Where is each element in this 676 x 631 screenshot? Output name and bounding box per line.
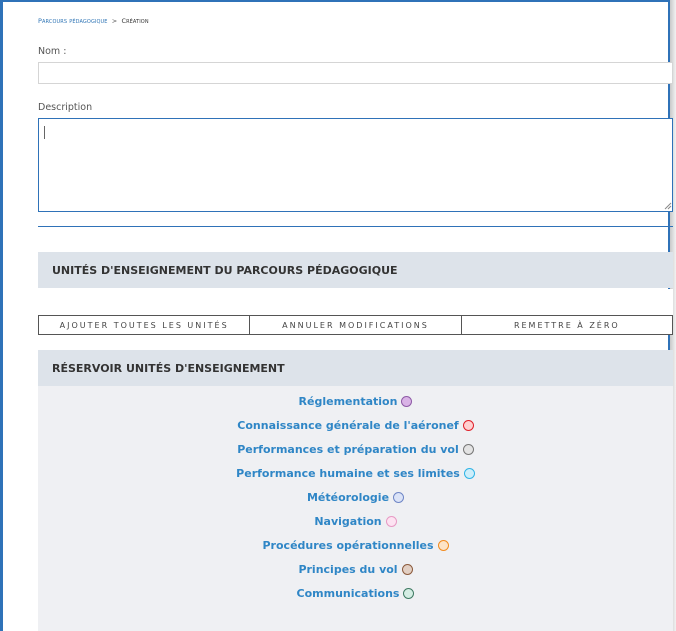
breadcrumb-root-link[interactable]: Parcours pédagogique [38, 17, 108, 25]
unit-item[interactable]: Communications [38, 584, 673, 602]
breadcrumb-separator: > [111, 17, 118, 25]
unit-label: Performances et préparation du vol [237, 442, 459, 456]
units-pool: Réglementation Connaissance générale de … [38, 386, 673, 631]
units-pool-header: RÉSERVOIR UNITÉS D'ENSEIGNEMENT [38, 350, 673, 386]
section-divider [38, 226, 673, 227]
unit-label: Principes du vol [298, 562, 398, 576]
unit-label: Réglementation [298, 394, 398, 408]
unit-item[interactable]: Connaissance générale de l'aéronef [38, 416, 673, 434]
unit-color-dot-icon [462, 443, 474, 455]
reset-button[interactable]: REMETTRE À ZÉRO [460, 315, 673, 335]
unit-item[interactable]: Performances et préparation du vol [38, 440, 673, 458]
unit-color-dot-icon [401, 395, 413, 407]
breadcrumb: Parcours pédagogique > Création [38, 17, 149, 29]
unit-item[interactable]: Performance humaine et ses limites [38, 464, 673, 482]
unit-label: Connaissance générale de l'aéronef [237, 418, 459, 432]
unit-label: Procédures opérationnelles [262, 538, 434, 552]
unit-color-dot-icon [437, 539, 449, 551]
unit-color-dot-icon [393, 491, 405, 503]
description-label: Description [38, 102, 93, 113]
unit-color-dot-icon [403, 587, 415, 599]
selected-units-header: UNITÉS D'ENSEIGNEMENT DU PARCOURS PÉDAGO… [38, 252, 673, 288]
cancel-changes-button[interactable]: ANNULER MODIFICATIONS [249, 315, 462, 335]
name-label: Nom : [38, 46, 67, 57]
unit-label: Performance humaine et ses limites [236, 466, 460, 480]
unit-color-dot-icon [385, 515, 397, 527]
breadcrumb-current: Création [121, 17, 149, 25]
selected-units-dropzone[interactable] [38, 289, 673, 315]
resize-grip-icon[interactable] [664, 202, 672, 210]
name-input[interactable] [38, 62, 673, 84]
unit-color-dot-icon [401, 563, 413, 575]
unit-item[interactable]: Réglementation [38, 392, 673, 410]
description-textarea[interactable] [38, 118, 673, 212]
text-cursor [44, 126, 45, 139]
unit-color-dot-icon [462, 419, 474, 431]
unit-label: Navigation [314, 514, 382, 528]
actions-toolbar: AJOUTER TOUTES LES UNITÉS ANNULER MODIFI… [38, 315, 673, 335]
unit-item[interactable]: Principes du vol [38, 560, 673, 578]
unit-item[interactable]: Navigation [38, 512, 673, 530]
unit-item[interactable]: Procédures opérationnelles [38, 536, 673, 554]
unit-item[interactable]: Météorologie [38, 488, 673, 506]
add-all-units-button[interactable]: AJOUTER TOUTES LES UNITÉS [38, 315, 251, 335]
unit-color-dot-icon [463, 467, 475, 479]
unit-label: Météorologie [306, 490, 390, 504]
unit-label: Communications [296, 586, 400, 600]
